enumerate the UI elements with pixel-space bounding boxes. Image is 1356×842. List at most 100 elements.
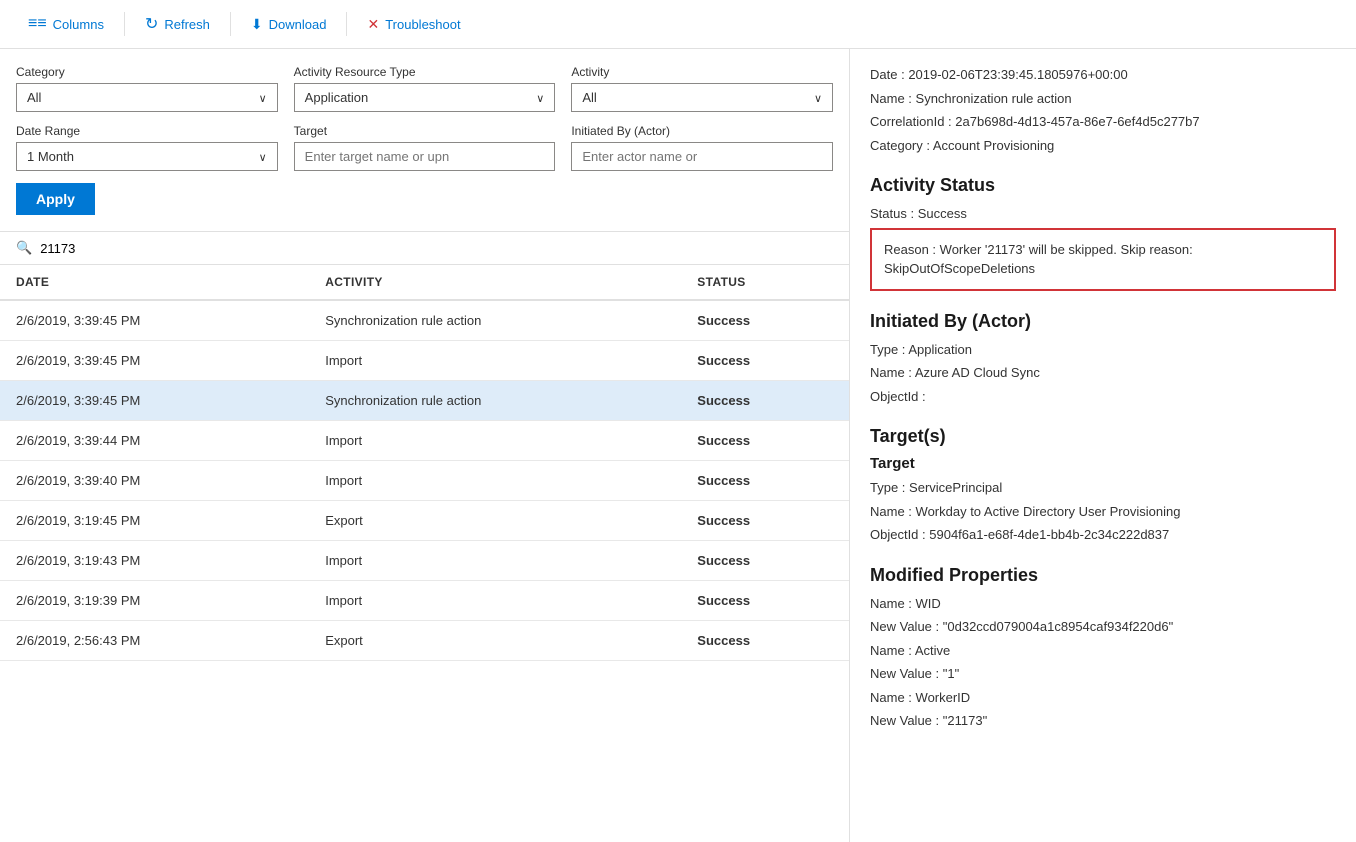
row-date: 2/6/2019, 2:56:43 PM xyxy=(0,621,309,661)
table-row[interactable]: 2/6/2019, 3:39:40 PM Import Success xyxy=(0,461,849,501)
toolbar-divider-2 xyxy=(230,12,231,36)
toolbar: ≡≡ Columns ↻ Refresh ⬇ Download ✕ Troubl… xyxy=(0,0,1356,49)
main-container: Category All Activity Resource Type Appl… xyxy=(0,49,1356,842)
table-body: 2/6/2019, 3:39:45 PM Synchronization rul… xyxy=(0,300,849,661)
target-subheading: Target xyxy=(870,455,1336,472)
row-status: Success xyxy=(681,341,849,381)
table-row[interactable]: 2/6/2019, 3:19:45 PM Export Success xyxy=(0,501,849,541)
row-date: 2/6/2019, 3:19:43 PM xyxy=(0,541,309,581)
category-filter-group: Category All xyxy=(16,65,278,112)
activity-resource-type-chevron-icon xyxy=(536,90,544,105)
table-row[interactable]: 2/6/2019, 2:56:43 PM Export Success xyxy=(0,621,849,661)
date-range-chevron-icon xyxy=(259,149,267,164)
search-icon: 🔍 xyxy=(16,240,32,256)
category-label: Category xyxy=(16,65,278,79)
date-range-select[interactable]: 1 Month xyxy=(16,142,278,171)
row-activity: Synchronization rule action xyxy=(309,381,681,421)
row-status: Success xyxy=(681,621,849,661)
activity-chevron-icon xyxy=(814,90,822,105)
toolbar-divider-3 xyxy=(346,12,347,36)
row-status: Success xyxy=(681,541,849,581)
row-activity: Export xyxy=(309,621,681,661)
filter-row-1: Category All Activity Resource Type Appl… xyxy=(16,65,833,112)
row-date: 2/6/2019, 3:39:45 PM xyxy=(0,381,309,421)
initiated-by-filter-group: Initiated By (Actor) xyxy=(571,124,833,171)
detail-name: Name : Synchronization rule action xyxy=(870,89,1336,109)
table-header: DATE ACTIVITY STATUS xyxy=(0,265,849,300)
targets-heading: Target(s) xyxy=(870,426,1336,447)
apply-button[interactable]: Apply xyxy=(16,183,95,215)
detail-correlation-id: CorrelationId : 2a7b698d-4d13-457a-86e7-… xyxy=(870,112,1336,132)
target-objectid: ObjectId : 5904f6a1-e68f-4de1-bb4b-2c34c… xyxy=(870,525,1336,545)
row-activity: Export xyxy=(309,501,681,541)
row-status: Success xyxy=(681,421,849,461)
troubleshoot-button[interactable]: ✕ Troubleshoot xyxy=(355,10,472,39)
modified-properties-heading: Modified Properties xyxy=(870,565,1336,586)
initiated-by-name: Name : Azure AD Cloud Sync xyxy=(870,363,1336,383)
row-status: Success xyxy=(681,381,849,421)
col-status: STATUS xyxy=(681,265,849,300)
row-date: 2/6/2019, 3:19:45 PM xyxy=(0,501,309,541)
activity-status-heading: Activity Status xyxy=(870,175,1336,196)
activity-table: DATE ACTIVITY STATUS 2/6/2019, 3:39:45 P… xyxy=(0,265,849,661)
row-activity: Import xyxy=(309,541,681,581)
activity-filter-group: Activity All xyxy=(571,65,833,112)
initiated-by-input[interactable] xyxy=(571,142,833,171)
row-status: Success xyxy=(681,501,849,541)
prop1-newval: New Value : "0d32ccd079004a1c8954caf934f… xyxy=(870,617,1336,637)
row-activity: Synchronization rule action xyxy=(309,300,681,341)
table-row[interactable]: 2/6/2019, 3:19:39 PM Import Success xyxy=(0,581,849,621)
troubleshoot-icon: ✕ xyxy=(367,16,379,33)
table-row[interactable]: 2/6/2019, 3:39:44 PM Import Success xyxy=(0,421,849,461)
date-range-filter-group: Date Range 1 Month xyxy=(16,124,278,171)
detail-date: Date : 2019-02-06T23:39:45.1805976+00:00 xyxy=(870,65,1336,85)
row-date: 2/6/2019, 3:39:40 PM xyxy=(0,461,309,501)
download-button[interactable]: ⬇ Download xyxy=(239,10,339,39)
row-status: Success xyxy=(681,461,849,501)
initiated-by-type: Type : Application xyxy=(870,340,1336,360)
initiated-by-label: Initiated By (Actor) xyxy=(571,124,833,138)
prop2-newval: New Value : "1" xyxy=(870,664,1336,684)
activity-label: Activity xyxy=(571,65,833,79)
col-date: DATE xyxy=(0,265,309,300)
initiated-by-heading: Initiated By (Actor) xyxy=(870,311,1336,332)
refresh-button[interactable]: ↻ Refresh xyxy=(133,8,222,40)
filters-area: Category All Activity Resource Type Appl… xyxy=(0,49,849,232)
row-activity: Import xyxy=(309,341,681,381)
row-date: 2/6/2019, 3:39:45 PM xyxy=(0,341,309,381)
row-activity: Import xyxy=(309,421,681,461)
activity-resource-type-select[interactable]: Application xyxy=(294,83,556,112)
row-activity: Import xyxy=(309,461,681,501)
row-activity: Import xyxy=(309,581,681,621)
modified-properties-section: Modified Properties Name : WID New Value… xyxy=(870,565,1336,731)
activity-resource-type-label: Activity Resource Type xyxy=(294,65,556,79)
filter-row-2: Date Range 1 Month Target Initiated By (… xyxy=(16,124,833,171)
detail-status: Status : Success xyxy=(870,204,1336,224)
toolbar-divider-1 xyxy=(124,12,125,36)
row-status: Success xyxy=(681,300,849,341)
search-input[interactable] xyxy=(40,241,833,256)
table-row[interactable]: 2/6/2019, 3:39:45 PM Synchronization rul… xyxy=(0,381,849,421)
prop2-name: Name : Active xyxy=(870,641,1336,661)
table-row[interactable]: 2/6/2019, 3:39:45 PM Import Success xyxy=(0,341,849,381)
target-filter-group: Target xyxy=(294,124,556,171)
category-chevron-icon xyxy=(259,90,267,105)
detail-top-info: Date : 2019-02-06T23:39:45.1805976+00:00… xyxy=(870,65,1336,155)
table-container: DATE ACTIVITY STATUS 2/6/2019, 3:39:45 P… xyxy=(0,265,849,842)
prop3-name: Name : WorkerID xyxy=(870,688,1336,708)
search-bar: 🔍 xyxy=(0,232,849,265)
detail-category: Category : Account Provisioning xyxy=(870,136,1336,156)
category-select[interactable]: All xyxy=(16,83,278,112)
initiated-by-section: Initiated By (Actor) Type : Application … xyxy=(870,311,1336,407)
right-panel: Date : 2019-02-06T23:39:45.1805976+00:00… xyxy=(850,49,1356,842)
prop1-name: Name : WID xyxy=(870,594,1336,614)
targets-section: Target(s) Target Type : ServicePrincipal… xyxy=(870,426,1336,545)
table-row[interactable]: 2/6/2019, 3:39:45 PM Synchronization rul… xyxy=(0,300,849,341)
row-status: Success xyxy=(681,581,849,621)
table-row[interactable]: 2/6/2019, 3:19:43 PM Import Success xyxy=(0,541,849,581)
columns-button[interactable]: ≡≡ Columns xyxy=(16,9,116,39)
columns-icon: ≡≡ xyxy=(28,15,47,33)
initiated-by-objectid: ObjectId : xyxy=(870,387,1336,407)
target-input[interactable] xyxy=(294,142,556,171)
activity-select[interactable]: All xyxy=(571,83,833,112)
